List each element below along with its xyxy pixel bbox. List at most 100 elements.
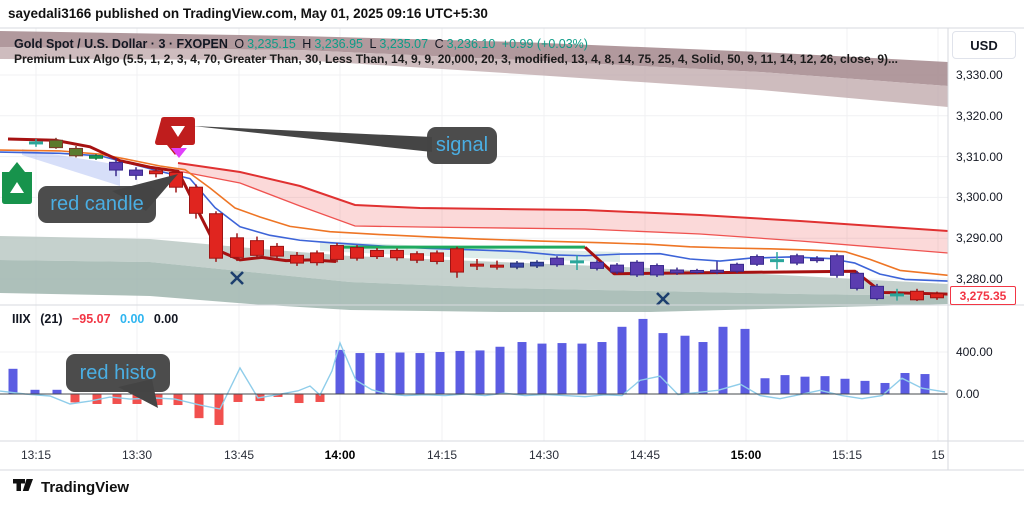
candle [830, 255, 844, 276]
candle [189, 186, 203, 214]
price-axis-tick: 3,280.00 [956, 272, 1003, 286]
close-label: C [434, 37, 444, 51]
candle [310, 252, 324, 264]
oscillator-name[interactable]: IIIX [12, 312, 31, 326]
candle [870, 285, 884, 300]
candle [149, 170, 163, 175]
histogram-bar [517, 342, 527, 394]
time-axis-tick: 14:30 [528, 448, 560, 462]
histogram-bar [658, 333, 668, 394]
time-axis-tick: 15:00 [730, 448, 762, 462]
candle [610, 264, 624, 273]
candle [890, 293, 904, 297]
low-value: 3,235.07 [379, 37, 429, 51]
price-axis-tick: 3,310.00 [956, 149, 1003, 164]
histogram-bar [375, 353, 385, 394]
candle [650, 265, 664, 276]
candle [690, 269, 704, 273]
candle [770, 259, 784, 263]
low-label: L [369, 37, 377, 51]
candle [69, 147, 83, 157]
candle [450, 248, 464, 273]
histogram-bar [718, 326, 728, 394]
time-axis-tick: 14:00 [324, 448, 356, 462]
histogram-bar [900, 373, 910, 394]
price-axis-tick: 3,330.00 [956, 68, 1003, 82]
histogram-bar [638, 318, 648, 394]
time-axis-tick: 14:45 [629, 448, 661, 462]
candle [290, 254, 304, 264]
annotation-red-histo[interactable]: red histo [66, 354, 170, 392]
time-axis-tick: 14:15 [426, 448, 458, 462]
histogram-bar [70, 394, 80, 403]
indicator-header[interactable]: Premium Lux Algo (5.5, 1, 2, 3, 4, 70, G… [14, 52, 898, 66]
histogram-bar [860, 380, 870, 394]
candle [850, 272, 864, 289]
tradingview-snapshot: { "top_bar": {"text": "sayedali3166 publ… [0, 0, 1024, 505]
histogram-bar [355, 353, 365, 394]
price-axis-tick: 3,300.00 [956, 190, 1003, 205]
candle [510, 262, 524, 268]
candle [370, 249, 384, 258]
oscillator-header: IIIX (21) −95.07 0.00 0.00 [12, 312, 184, 326]
change-value: +0.99 (+0.03%) [501, 37, 588, 51]
histogram-bar [557, 343, 567, 394]
candle [930, 293, 944, 299]
price-axis-tick: 3,290.00 [956, 231, 1003, 246]
oscillator-value-3: 0.00 [153, 312, 179, 326]
annotation-signal[interactable]: signal [427, 127, 497, 164]
candle [750, 256, 764, 265]
candle [430, 252, 444, 262]
candle [350, 247, 364, 259]
histogram-bar [920, 374, 930, 394]
chart-canvas[interactable] [0, 0, 1024, 505]
candle [29, 141, 43, 145]
histogram-bar [577, 343, 587, 394]
candle [550, 257, 564, 266]
histogram-bar [233, 394, 243, 402]
time-axis-tick: 15 [931, 448, 945, 462]
price-axis-tick: 3,320.00 [956, 108, 1003, 123]
histogram-bar [740, 328, 750, 394]
candle [530, 261, 544, 267]
time-axis-tick: 15:15 [831, 448, 863, 462]
open-value: 3,235.15 [247, 37, 296, 51]
close-value: 3,236.10 [446, 37, 496, 51]
candle [89, 155, 103, 159]
histogram-bar [840, 378, 850, 394]
candle [250, 240, 264, 256]
histogram-bar [617, 326, 627, 394]
currency-chip[interactable]: USD [952, 31, 1016, 59]
histogram-bar [800, 376, 810, 394]
candle [570, 260, 584, 264]
histogram-bar [435, 352, 445, 394]
histogram-bar [30, 389, 40, 394]
histogram-bar [395, 352, 405, 394]
oscillator-axis-tick: 0.00 [956, 387, 980, 401]
signal-callout [193, 126, 432, 152]
published-caption: sayedali3166 published on TradingView.co… [8, 6, 488, 21]
candle [109, 161, 123, 171]
last-price-label: 3,275.35 [950, 286, 1016, 305]
histogram-bar [294, 394, 304, 404]
candle [470, 263, 484, 267]
tradingview-brand-text: TradingView [41, 478, 130, 496]
candle [410, 253, 424, 261]
tradingview-footer[interactable]: TradingView [12, 478, 129, 496]
histogram-bar [537, 343, 547, 394]
candle [129, 169, 143, 176]
symbol-title[interactable]: Gold Spot / U.S. Dollar · 3 · FXOPEN [14, 37, 228, 51]
histogram-bar [495, 346, 505, 394]
histogram-bar [698, 342, 708, 394]
histogram-bar [8, 368, 18, 394]
histogram-bar [52, 389, 62, 394]
candle [910, 290, 924, 301]
oscillator-axis-tick: 400.00 [956, 345, 993, 359]
annotation-red-candle[interactable]: red candle [38, 186, 156, 223]
tradingview-logo-icon [13, 479, 33, 491]
oscillator-params: (21) [40, 312, 63, 326]
candle [590, 261, 604, 269]
high-value: 3,236.95 [314, 37, 363, 51]
time-axis-tick: 13:15 [20, 448, 52, 462]
candle [230, 237, 244, 258]
